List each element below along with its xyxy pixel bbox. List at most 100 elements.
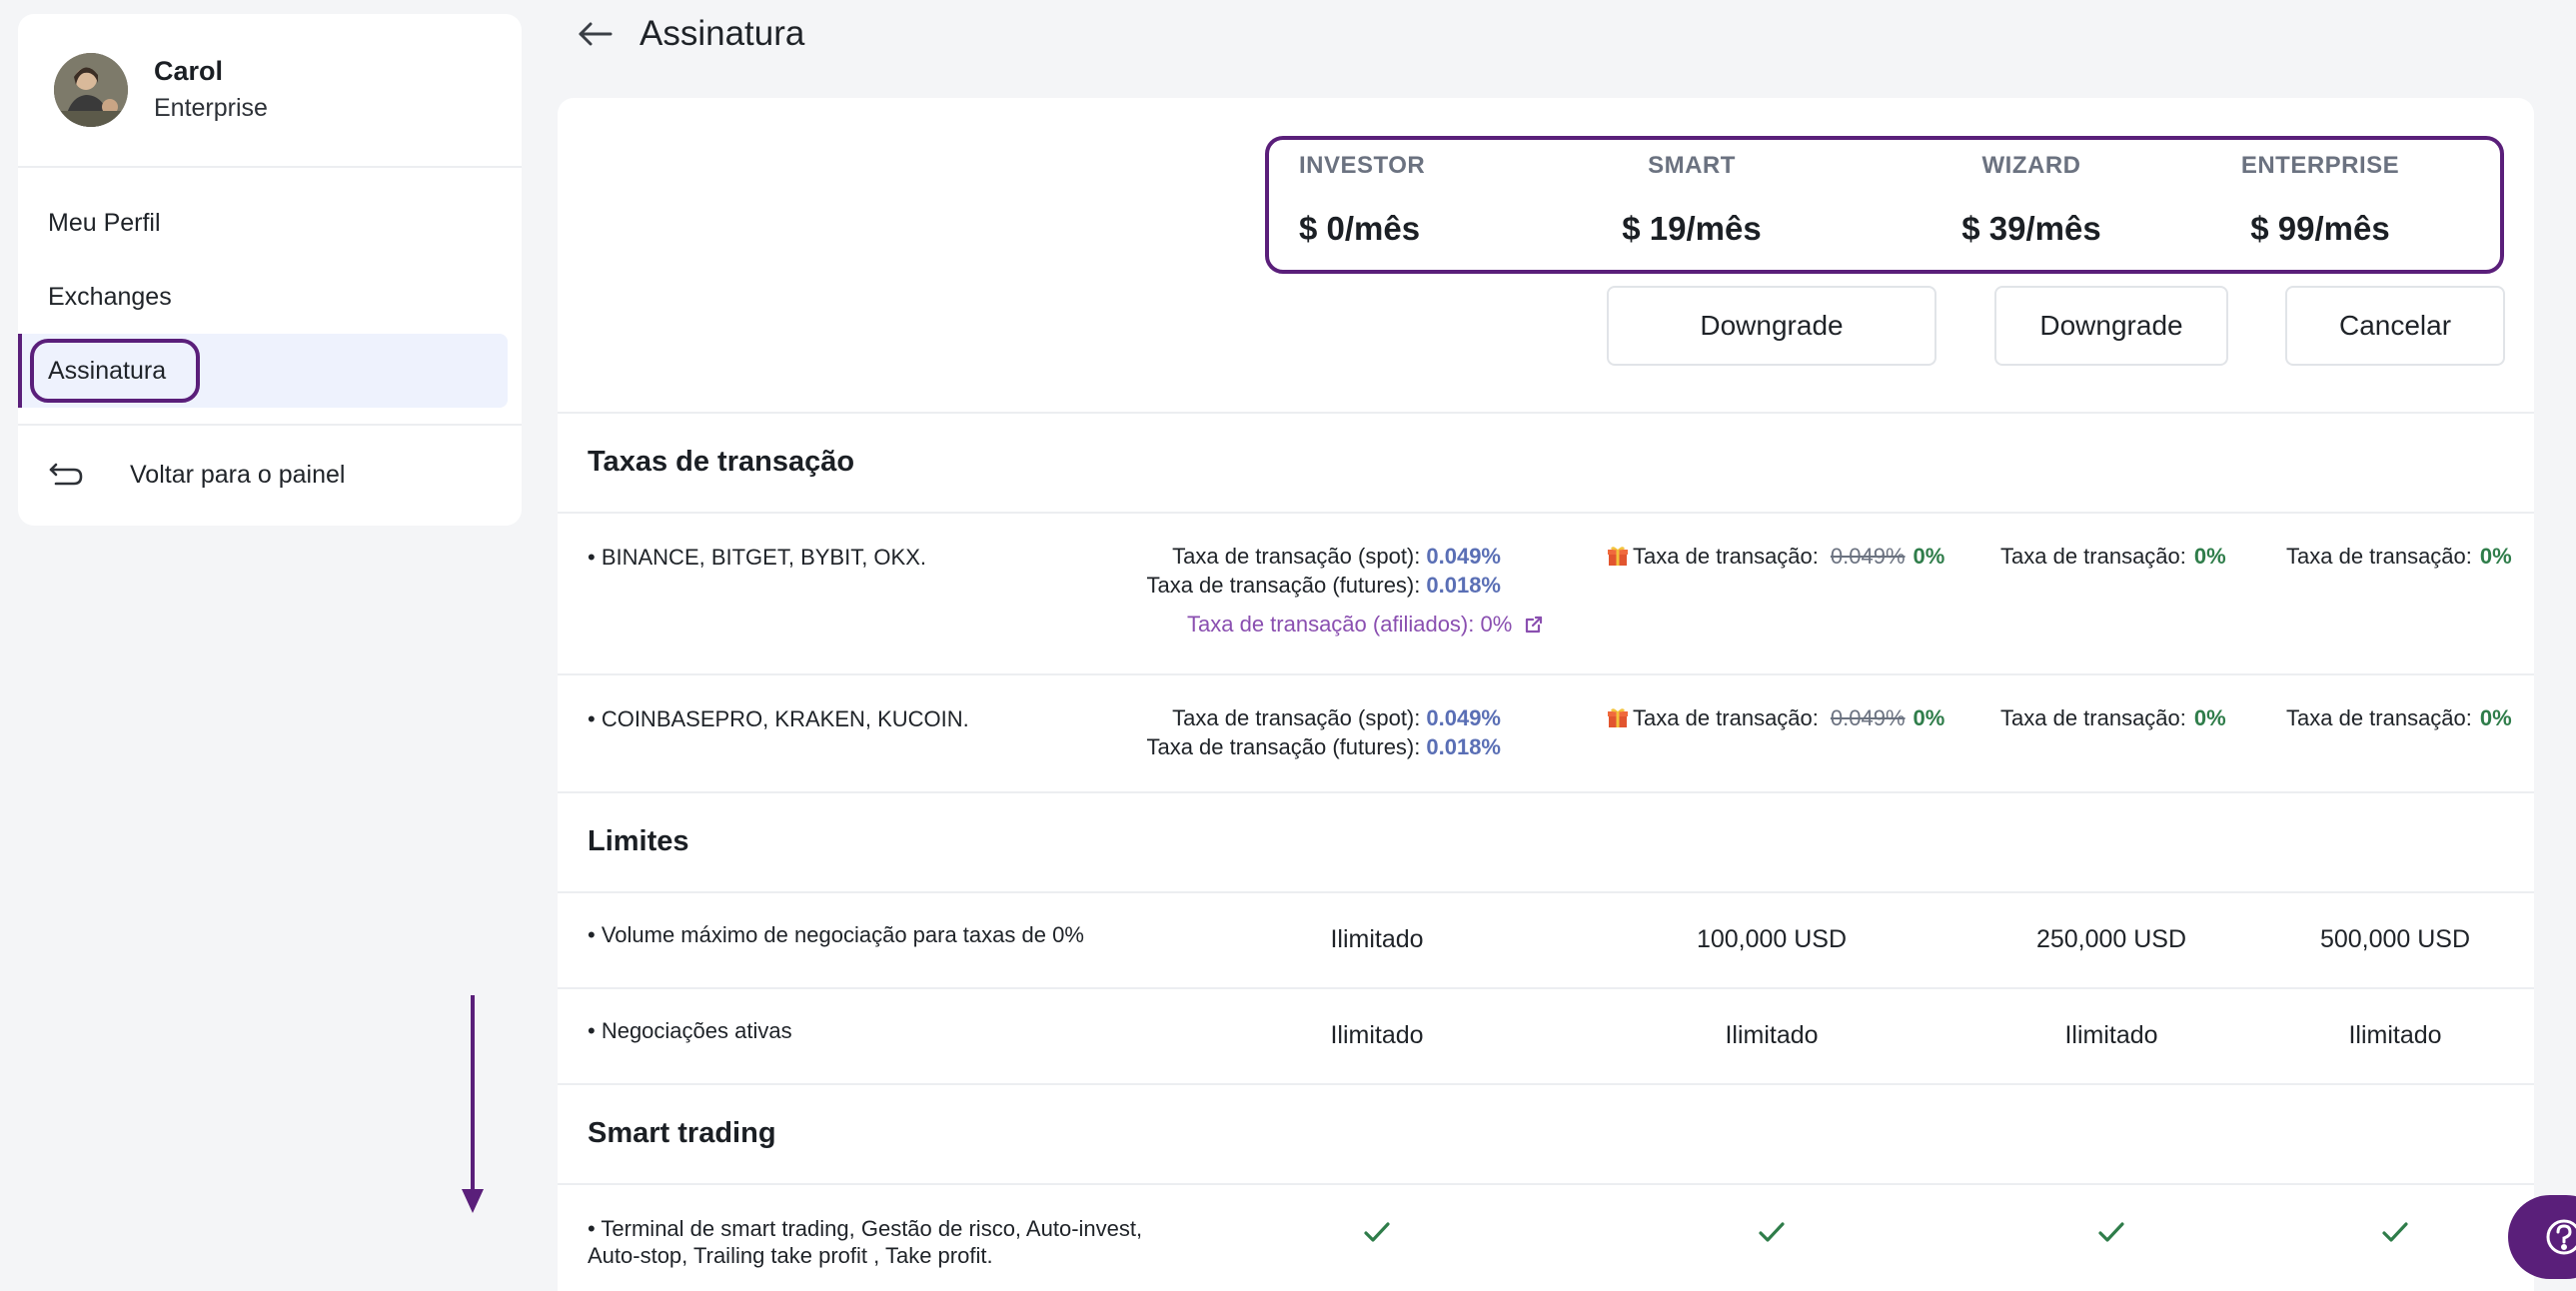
feature-label: • Negociações ativas [588, 1018, 792, 1043]
investor-futures-fee: Taxa de transação (futures): 0.018% [1146, 571, 1501, 600]
page-title: Assinatura [640, 14, 805, 53]
feature-label: • Terminal de smart trading, Gestão de r… [588, 1215, 1142, 1269]
investor-spot-fee: Taxa de transação (spot): 0.049% [1172, 542, 1501, 571]
affiliate-fee-label: Taxa de transação (afiliados): 0% [1187, 612, 1513, 637]
plan-price: $ 39/mês [1961, 210, 2101, 247]
sidebar: Carol Enterprise Meu Perfil Exchanges As… [18, 14, 522, 526]
plan-name: ENTERPRISE [2240, 152, 2400, 179]
smart-value: 100,000 USD [1696, 925, 1848, 953]
investor-futures-fee: Taxa de transação (futures): 0.018% [1146, 732, 1501, 761]
sidebar-item-label: Exchanges [48, 282, 172, 311]
fee-label: Taxa de transação (futures): [1146, 734, 1421, 759]
fee-old-value: 0.049% [1830, 544, 1906, 569]
sidebar-nav: Meu Perfil Exchanges Assinatura [18, 168, 522, 426]
feature-label: • Volume máximo de negociação para taxas… [588, 922, 1084, 947]
check-icon [2382, 1222, 2408, 1242]
feature-label: • COINBASEPRO, KRAKEN, KUCOIN. [588, 706, 969, 731]
fee-value: 0% [1913, 705, 1945, 730]
section-title: Smart trading [588, 1117, 776, 1149]
table-row: • COINBASEPRO, KRAKEN, KUCOIN. Taxa de t… [558, 673, 2534, 791]
fee-label: Taxa de transação: [1633, 705, 1819, 730]
fee-label: Taxa de transação: [2000, 705, 2186, 730]
enterprise-value: 500,000 USD [2319, 925, 2471, 953]
check-icon [2098, 1222, 2124, 1242]
external-link-icon [1526, 616, 1543, 634]
fee-value: 0% [2193, 705, 2226, 730]
fee-value: 0% [2479, 544, 2512, 569]
investor-spot-fee: Taxa de transação (spot): 0.049% [1172, 703, 1501, 732]
sidebar-item-label: Assinatura [48, 356, 167, 385]
fee-old-value: 0.049% [1830, 705, 1906, 730]
gift-icon [1608, 547, 1628, 566]
investor-value: Ilimitado [1330, 1021, 1424, 1049]
wizard-value: 250,000 USD [2035, 925, 2187, 953]
section-title: Taxas de transação [588, 446, 855, 478]
return-icon [48, 460, 86, 490]
cancel-enterprise-button[interactable]: Cancelar [2285, 286, 2505, 366]
fee-label: Taxa de transação: [2000, 544, 2186, 569]
fee-value: 0% [2479, 705, 2512, 730]
section-title: Limites [588, 825, 689, 857]
back-to-dashboard-link[interactable]: Voltar para o painel [18, 426, 522, 524]
sidebar-item-exchanges[interactable]: Exchanges [18, 260, 508, 334]
section-header-smart-trading: Smart trading [558, 1083, 2534, 1183]
enterprise-fee: Taxa de transação: 0% [2286, 542, 2512, 571]
plan-wizard: WIZARD $ 39/mês [1946, 152, 2116, 248]
fee-value: 0% [2193, 544, 2226, 569]
fee-label: Taxa de transação: [1633, 544, 1819, 569]
plan-price: $ 19/mês [1622, 210, 1762, 247]
wizard-fee: Taxa de transação: 0% [2000, 542, 2226, 571]
fee-value: 0.049% [1426, 705, 1501, 730]
table-row: • Negociações ativas Ilimitado Ilimitado… [558, 987, 2534, 1083]
wizard-fee: Taxa de transação: 0% [2000, 703, 2226, 732]
feature-label-line: Auto-stop, Trailing take profit , Take p… [588, 1243, 993, 1268]
fee-label: Taxa de transação (futures): [1146, 573, 1421, 598]
table-row: • Volume máximo de negociação para taxas… [558, 891, 2534, 987]
plan-investor: INVESTOR $ 0/mês [1299, 152, 1439, 248]
user-plan: Enterprise [154, 94, 268, 122]
table-row: • BINANCE, BITGET, BYBIT, OKX. Taxa de t… [558, 512, 2534, 673]
investor-value: Ilimitado [1330, 925, 1424, 953]
plan-name: SMART [1648, 152, 1736, 179]
fee-value: 0.018% [1426, 573, 1501, 598]
section-header-fees: Taxas de transação [558, 412, 2534, 512]
fee-label: Taxa de transação: [2286, 705, 2472, 730]
plan-price: $ 99/mês [2250, 210, 2390, 247]
plan-name: WIZARD [1981, 152, 2081, 179]
smart-fee: Taxa de transação: 0.049% 0% [1607, 703, 1944, 732]
page-header: Assinatura [576, 8, 804, 60]
enterprise-value: Ilimitado [2348, 1021, 2442, 1049]
user-name: Carol [154, 56, 224, 86]
plan-enterprise: ENTERPRISE $ 99/mês [2220, 152, 2420, 248]
downgrade-wizard-button[interactable]: Downgrade [1994, 286, 2228, 366]
plan-smart: SMART $ 19/mês [1607, 152, 1777, 248]
back-button[interactable] [576, 14, 616, 54]
profile-header: Carol Enterprise [18, 14, 522, 168]
fee-value: 0.049% [1426, 544, 1501, 569]
subscription-card: INVESTOR $ 0/mês SMART $ 19/mês WIZARD $… [558, 98, 2534, 1291]
section-header-limits: Limites [558, 791, 2534, 891]
fee-value: 0.018% [1426, 734, 1501, 759]
downgrade-smart-button[interactable]: Downgrade [1607, 286, 1936, 366]
plan-price: $ 0/mês [1299, 210, 1421, 247]
table-row: • Terminal de smart trading, Gestão de r… [558, 1183, 2534, 1291]
arrow-left-icon [579, 22, 613, 46]
sidebar-item-assinatura[interactable]: Assinatura [18, 334, 508, 408]
fee-label: Taxa de transação (spot): [1172, 705, 1421, 730]
wizard-value: Ilimitado [2064, 1021, 2158, 1049]
sidebar-item-meu-perfil[interactable]: Meu Perfil [18, 186, 508, 260]
back-to-dashboard-label: Voltar para o painel [130, 460, 346, 489]
enterprise-fee: Taxa de transação: 0% [2286, 703, 2512, 732]
feature-label: • BINANCE, BITGET, BYBIT, OKX. [588, 545, 927, 570]
check-icon [1364, 1222, 1390, 1242]
check-icon [1759, 1222, 1785, 1242]
fee-value: 0% [1913, 544, 1945, 569]
affiliate-fee-link[interactable]: Taxa de transação (afiliados): 0% [1187, 612, 1544, 638]
fee-label: Taxa de transação (spot): [1172, 544, 1421, 569]
fee-label: Taxa de transação: [2286, 544, 2472, 569]
smart-fee: Taxa de transação: 0.049% 0% [1607, 542, 1944, 571]
sidebar-item-label: Meu Perfil [48, 208, 161, 237]
help-icon [2546, 1219, 2576, 1255]
feature-label-line: • Terminal de smart trading, Gestão de r… [588, 1216, 1143, 1241]
scroll-down-arrow-icon [462, 995, 484, 1213]
